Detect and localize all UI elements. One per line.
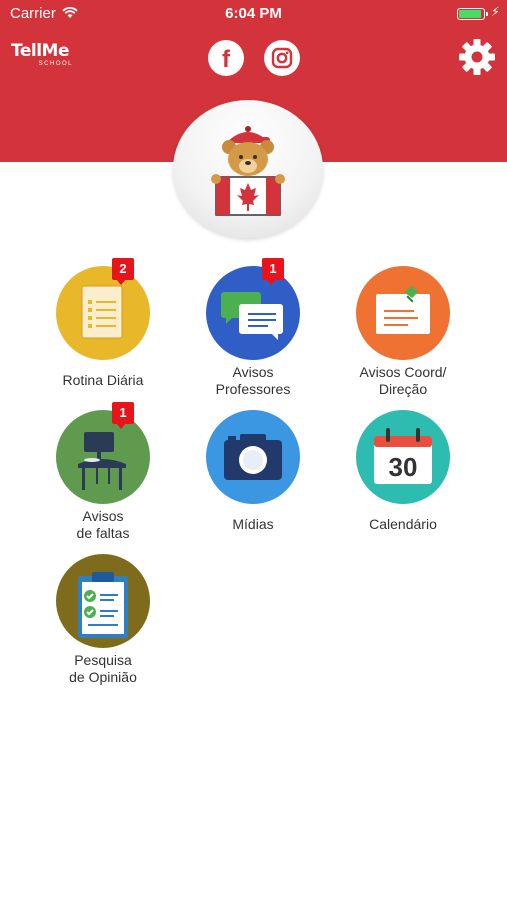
menu-icon-circle [56, 410, 150, 504]
school-avatar [173, 100, 323, 238]
gear-icon[interactable] [458, 38, 496, 76]
charging-icon: ⚡ [490, 4, 500, 19]
facebook-icon: f [222, 45, 230, 73]
menu-label: Avisos Professores [215, 364, 291, 397]
status-bar: Carrier 6:04 PM ⚡ [0, 0, 507, 28]
menu-label: Avisos Coord/ Direção [359, 364, 447, 397]
menu-icon-circle [356, 266, 450, 360]
chat-bubbles-icon [221, 292, 283, 340]
menu-label: Pesquisa de Opinião [69, 652, 137, 685]
menu-label: Calendário [369, 516, 437, 532]
logo-subtext: SCHOOL [38, 61, 73, 67]
logo-text: TellMe [11, 41, 69, 61]
survey-clipboard-icon [78, 572, 128, 638]
menu-label: Rotina Diária [62, 372, 144, 388]
menu-label: Avisos de faltas [76, 508, 130, 541]
clock: 6:04 PM [225, 5, 282, 22]
menu-icon-circle [56, 554, 150, 648]
menu-icon-circle: 30 [356, 410, 450, 504]
bear-canada-flag-logo [211, 126, 285, 216]
battery-icon [457, 8, 488, 20]
instagram-icon [271, 47, 293, 69]
instagram-button[interactable] [264, 40, 300, 76]
menu-icon-circle [56, 266, 150, 360]
menu-label: Mídias [232, 516, 274, 532]
menu-icon-circle [206, 266, 300, 360]
camera-icon [224, 434, 282, 480]
app-logo: TellMe SCHOOL [11, 42, 81, 67]
clipboard-list-icon [81, 285, 123, 339]
facebook-button[interactable]: f [208, 40, 244, 76]
notification-badge: 2 [112, 258, 134, 285]
notification-badge: 1 [112, 402, 134, 429]
empty-desk-icon [78, 432, 126, 490]
notification-badge: 1 [262, 258, 284, 285]
menu-icon-circle [206, 410, 300, 504]
calendar-day: 30 [389, 452, 418, 482]
calendar-icon: 30 [374, 428, 432, 484]
pinned-note-icon [376, 286, 430, 334]
